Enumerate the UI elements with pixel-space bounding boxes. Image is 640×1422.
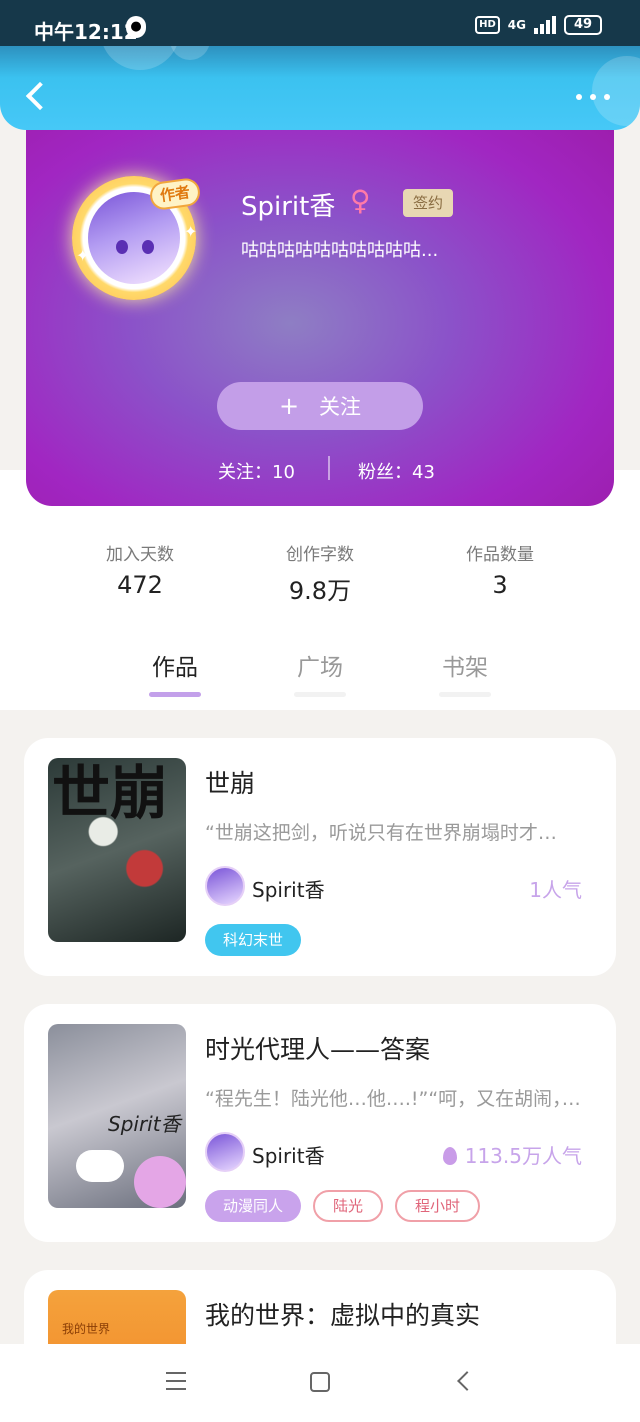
work-author: Spirit香	[252, 1144, 325, 1168]
tab-label: 作品	[152, 655, 198, 681]
user-bio: 咕咕咕咕咕咕咕咕咕咕...	[241, 240, 439, 261]
work-author: Spirit香	[252, 878, 325, 902]
follow-label: 关注	[319, 395, 362, 419]
tab-works[interactable]: 作品	[140, 648, 210, 697]
stat-label: 创作字数	[286, 545, 354, 565]
tab-label: 书架	[442, 655, 488, 681]
status-time: 中午12:12	[34, 20, 138, 44]
tag-list: 动漫同人 陆光 程小时	[205, 1190, 481, 1222]
tab-indicator	[149, 692, 201, 697]
book-cover[interactable]: Spirit香	[48, 1024, 186, 1208]
followers-count[interactable]: 粉丝：43	[358, 458, 435, 484]
work-description: “世崩这把剑，听说只有在世界崩塌时才…	[205, 822, 557, 844]
avatar[interactable]: 作者 ✦ ✦	[72, 176, 202, 300]
cover-text: 世崩	[52, 759, 169, 827]
stat-value: 9.8万	[288, 577, 352, 605]
more-dots-icon[interactable]	[576, 84, 612, 108]
female-gender-icon: ♀	[350, 184, 371, 217]
tag-list: 科幻末世	[205, 924, 302, 956]
stat-label: 加入天数	[106, 545, 174, 565]
work-card[interactable]: Spirit香 时光代理人——答案 “程先生！陆光他…他….!”“呵，又在胡闹，…	[24, 1004, 616, 1242]
book-cover[interactable]: 世崩	[48, 758, 186, 942]
hd-icon: HD	[475, 16, 500, 34]
username: Spirit香	[241, 192, 336, 222]
popularity: 1人气	[529, 878, 582, 902]
network-label: 4G	[507, 18, 526, 32]
work-description: “程先生！陆光他…他….!”“呵，又在胡闹，”…	[205, 1088, 585, 1110]
following-count[interactable]: 关注：10	[218, 458, 295, 484]
profile-card: 作者 ✦ ✦ Spirit香 ♀ 签约 咕咕咕咕咕咕咕咕咕咕... + 关注 关注…	[26, 100, 614, 506]
cloud-icon	[76, 1150, 124, 1182]
menu-icon[interactable]	[166, 1372, 186, 1390]
follow-button[interactable]: + 关注	[217, 382, 423, 430]
stat-value: 472	[117, 571, 163, 599]
tab-label: 广场	[297, 655, 343, 681]
tag[interactable]: 程小时	[395, 1190, 481, 1222]
divider	[328, 456, 330, 480]
author-badge: 作者	[148, 176, 202, 212]
tag[interactable]: 陆光	[313, 1190, 384, 1222]
tab-bookshelf[interactable]: 书架	[430, 648, 500, 697]
profile-tabs: 作品 广场 书架	[0, 640, 640, 710]
popularity: 113.5万人气	[442, 1140, 582, 1169]
tag[interactable]: 科幻末世	[205, 924, 302, 956]
work-title[interactable]: 时光代理人——答案	[205, 1030, 430, 1066]
plus-icon: +	[278, 392, 300, 420]
stat-join-days: 加入天数 472	[60, 540, 220, 599]
follow-counts: 关注：10 粉丝：43	[26, 456, 614, 484]
work-title[interactable]: 世崩	[205, 764, 255, 800]
author-avatar	[205, 866, 245, 906]
back-chevron-icon[interactable]	[22, 78, 52, 114]
system-nav-bar	[0, 1344, 640, 1422]
signal-icon	[534, 16, 556, 34]
stat-word-count: 创作字数 9.8万	[240, 540, 400, 606]
stat-works-count: 作品数量 3	[420, 540, 580, 599]
cover-text: 我的世界	[62, 1322, 111, 1336]
popularity-value: 113.5万人气	[464, 1144, 582, 1168]
author-avatar	[205, 1132, 245, 1172]
cover-text: Spirit香	[108, 1112, 181, 1136]
tab-square[interactable]: 广场	[285, 648, 355, 697]
qq-notification-icon: ●	[126, 16, 146, 38]
signed-badge: 签约	[403, 189, 453, 217]
stat-label: 作品数量	[466, 545, 534, 565]
stat-value: 3	[492, 571, 508, 599]
work-title[interactable]: 我的世界：虚拟中的真实	[205, 1296, 480, 1332]
sparkle-icon: ✦	[76, 246, 90, 265]
stats-panel: 加入天数 472 创作字数 9.8万 作品数量 3	[52, 500, 588, 628]
pony-sticker-icon	[134, 1156, 186, 1208]
tag[interactable]: 动漫同人	[205, 1190, 302, 1222]
battery-icon: 49	[564, 15, 602, 35]
top-header: 中午12:12 ● HD 4G 49	[0, 0, 640, 130]
status-bar: 中午12:12 ● HD 4G 49	[0, 0, 640, 46]
work-card[interactable]: 世崩 世崩 “世崩这把剑，听说只有在世界崩塌时才… Spirit香 1人气 科幻…	[24, 738, 616, 976]
tab-indicator	[439, 692, 491, 697]
tab-indicator	[294, 692, 346, 697]
back-icon[interactable]	[457, 1371, 477, 1391]
sparkle-icon: ✦	[184, 222, 198, 241]
flame-icon	[442, 1147, 457, 1165]
home-square-icon[interactable]	[310, 1372, 330, 1392]
